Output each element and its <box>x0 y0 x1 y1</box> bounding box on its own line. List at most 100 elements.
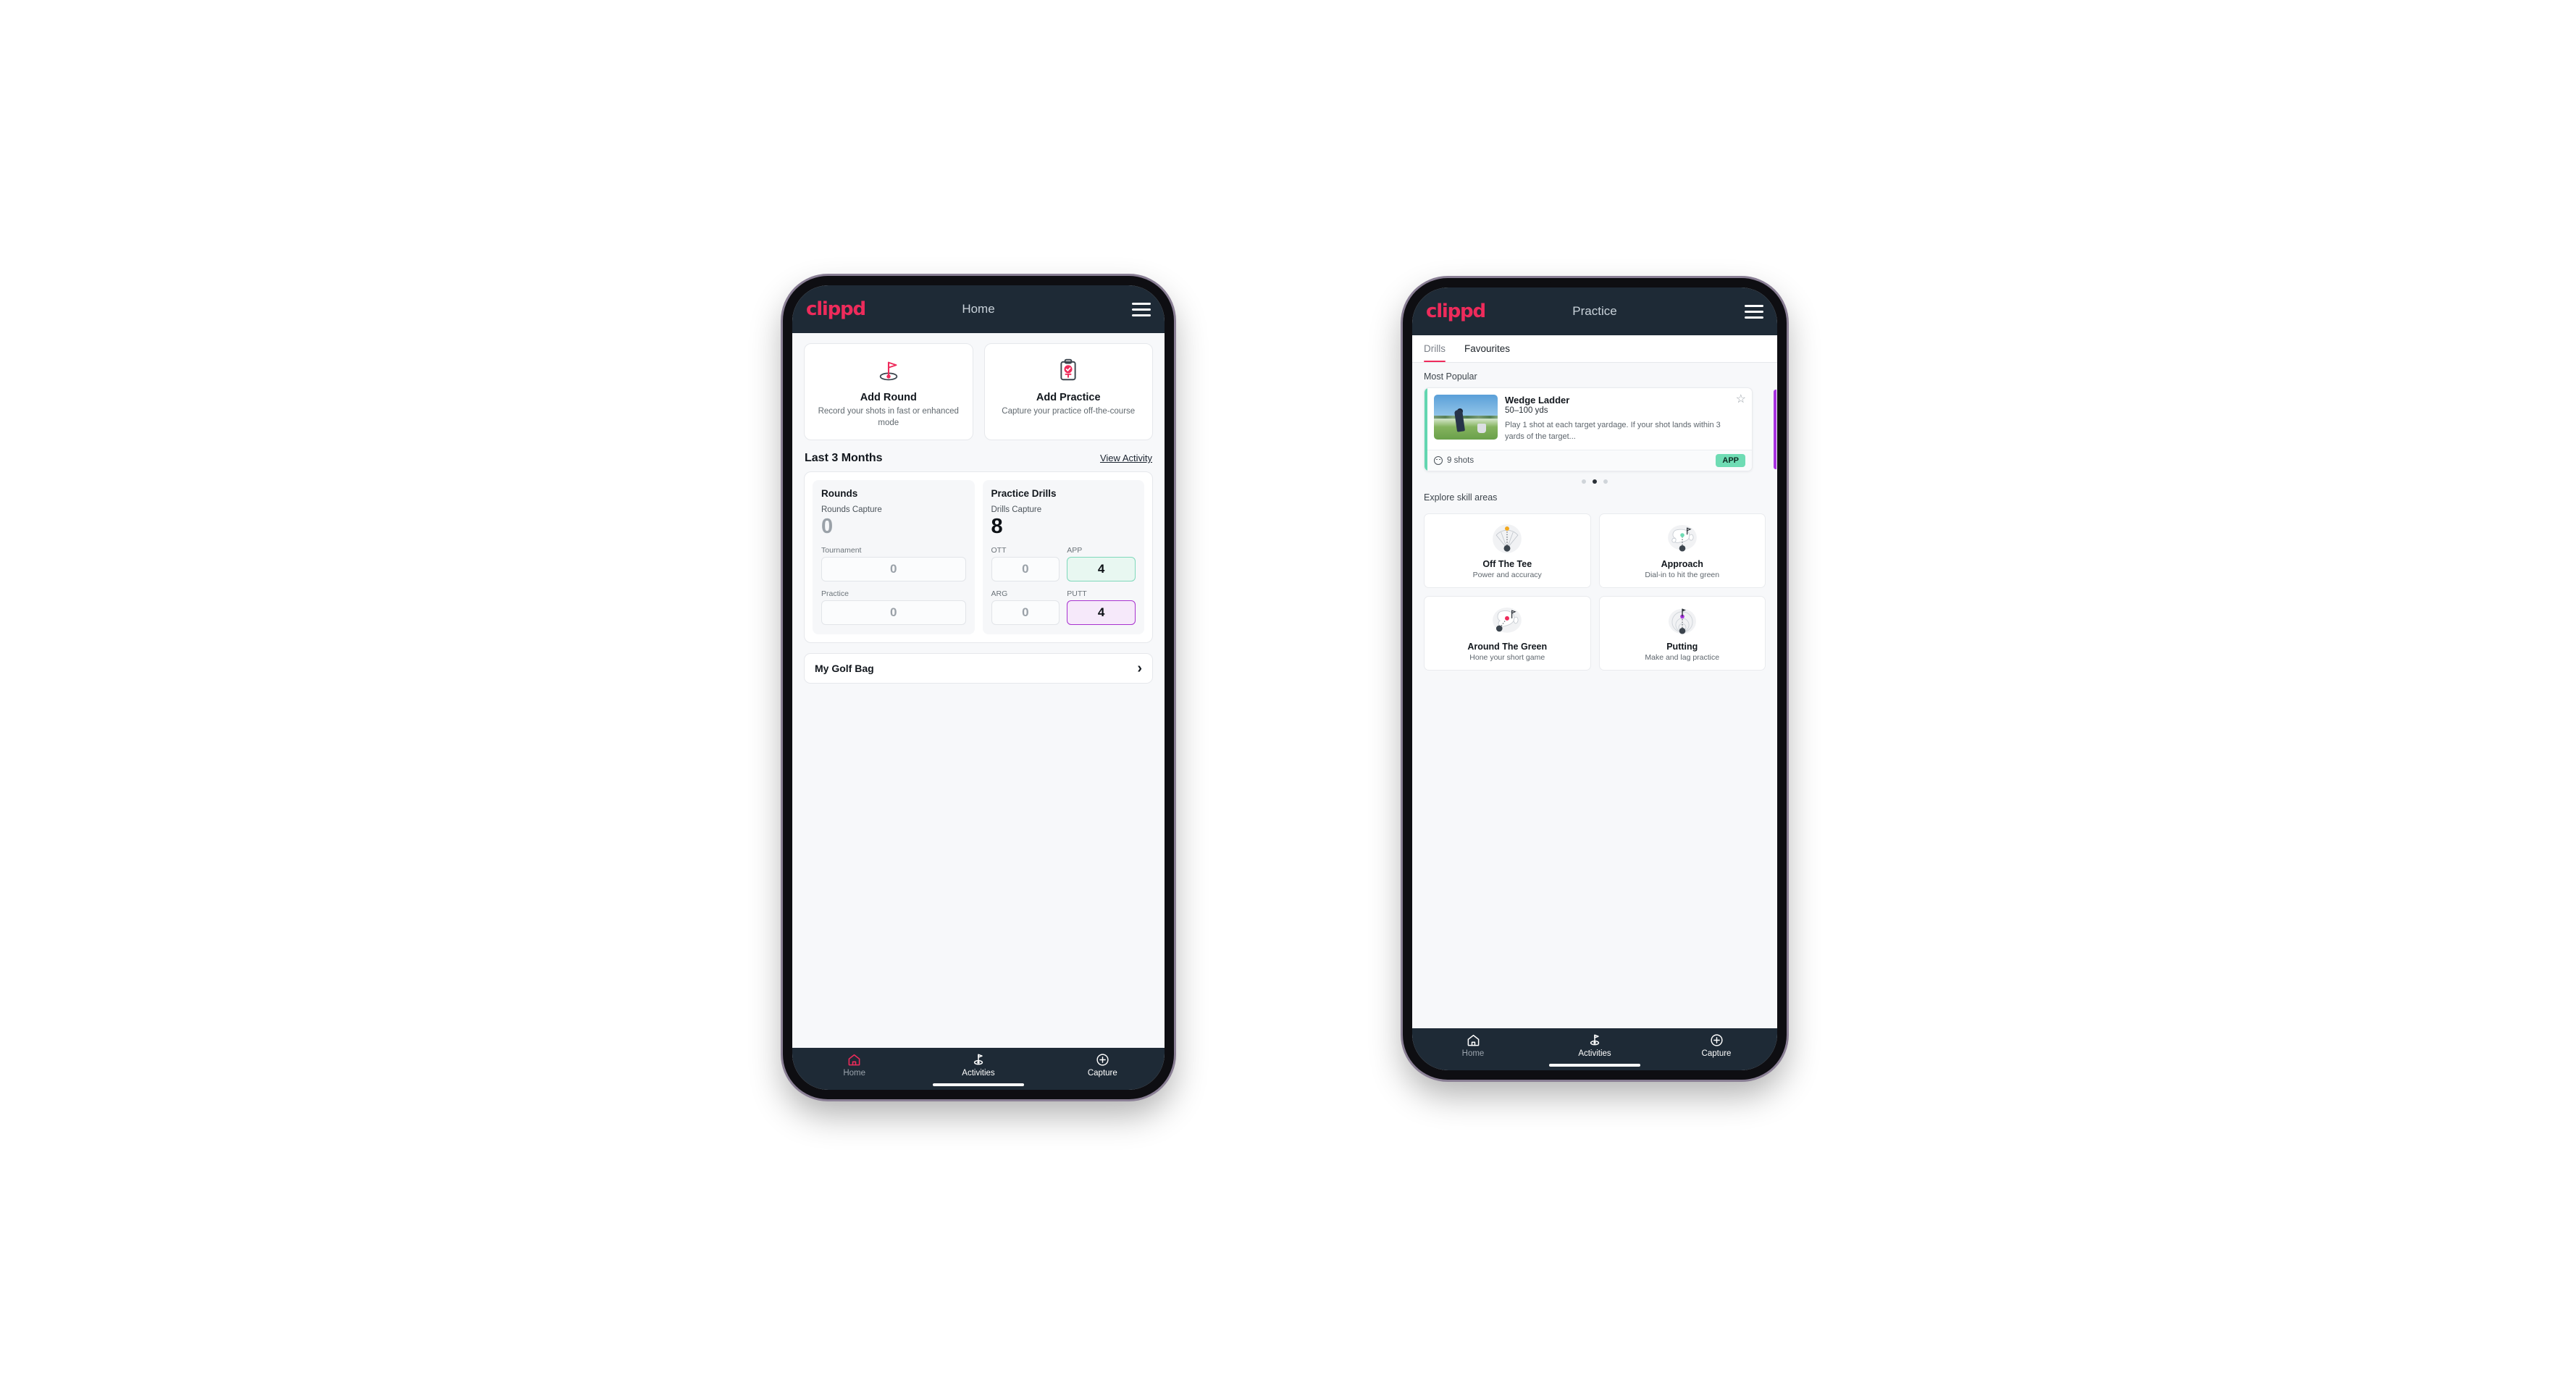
ott-label: OTT <box>991 545 1007 555</box>
drill-footer: 9 shots APP <box>1425 449 1752 471</box>
nav-item-activities[interactable]: Activities <box>916 1052 1040 1078</box>
drills-panel-title: Practice Drills <box>991 488 1057 500</box>
add-practice-card[interactable]: Add Practice Capture your practice off-t… <box>983 343 1153 441</box>
my-golf-bag-label: My Golf Bag <box>815 662 874 674</box>
explore-skill-areas-label: Explore skill areas <box>1424 492 1498 503</box>
status-badge: APP <box>1716 453 1745 467</box>
skill-subtitle: Power and accuracy <box>1472 570 1542 579</box>
last-3-months-header: Last 3 Months View Activity <box>792 440 1165 471</box>
plus-circle-icon <box>1096 1052 1109 1067</box>
putt-value[interactable]: 4 <box>1067 600 1136 625</box>
nav-item-activities[interactable]: Activities <box>1534 1033 1656 1058</box>
golf-flag-icon <box>971 1052 986 1067</box>
ott-app-row: OTT 0 APP 4 <box>991 546 1136 581</box>
drill-shots-label: 9 shots <box>1447 455 1474 465</box>
add-round-subtitle: Record your shots in fast or enhanced mo… <box>818 407 959 427</box>
arg-group: ARG 0 <box>991 589 1060 625</box>
app-group: APP 4 <box>1067 546 1136 581</box>
putt-group: PUTT 4 <box>1067 589 1136 625</box>
chevron-right-icon: › <box>1137 660 1142 676</box>
clippd-logo[interactable]: clippd <box>806 298 866 320</box>
skill-areas-grid: Off The Tee Power and accuracy Approach … <box>1412 508 1777 671</box>
tab-drills-label: Drills <box>1424 343 1446 354</box>
drill-info: ☆ Wedge Ladder 50–100 yds Play 1 shot at… <box>1505 394 1746 443</box>
drill-carousel[interactable]: ☆ Wedge Ladder 50–100 yds Play 1 shot at… <box>1412 387 1777 471</box>
stats-card: Rounds Rounds Capture 0 Tournament 0 Pra… <box>804 471 1153 643</box>
home-indicator <box>1549 1064 1640 1067</box>
next-card-peek[interactable] <box>1774 387 1777 471</box>
nav-item-capture[interactable]: Capture <box>1041 1052 1165 1078</box>
rounds-capture-label: Rounds Capture <box>821 505 882 515</box>
practice-value[interactable]: 0 <box>821 600 966 625</box>
phone-mockup-home: clippd Home Add Round Record your shots … <box>783 276 1174 1099</box>
skill-title: Putting <box>1666 641 1698 652</box>
phone-notch <box>932 276 1025 282</box>
off-the-tee-icon <box>1429 521 1586 557</box>
quick-actions-row: Add Round Record your shots in fast or e… <box>792 333 1165 441</box>
add-round-title: Add Round <box>860 392 917 403</box>
skill-card-putting[interactable]: Putting Make and lag practice <box>1598 595 1766 671</box>
carousel-dot-2[interactable] <box>1593 479 1597 484</box>
golf-flag-icon <box>1587 1033 1602 1047</box>
most-popular-label: Most Popular <box>1424 371 1477 382</box>
tab-drills[interactable]: Drills <box>1424 335 1453 362</box>
drill-shots: 9 shots <box>1434 455 1474 465</box>
drill-card-wedge-ladder[interactable]: ☆ Wedge Ladder 50–100 yds Play 1 shot at… <box>1424 387 1753 471</box>
skill-subtitle: Dial-in to hit the green <box>1645 570 1720 579</box>
tab-favourites[interactable]: Favourites <box>1464 335 1518 362</box>
home-indicator <box>933 1083 1024 1086</box>
arg-value[interactable]: 0 <box>991 600 1060 625</box>
putt-label: PUTT <box>1067 589 1087 598</box>
golf-flag-hole-icon <box>810 354 967 387</box>
nav-label-capture: Capture <box>1087 1069 1117 1078</box>
home-bottom-nav: Home Activities Capture <box>792 1048 1165 1090</box>
nav-item-capture[interactable]: Capture <box>1656 1033 1777 1058</box>
nav-label-home: Home <box>843 1069 865 1078</box>
tournament-group: Tournament 0 <box>821 546 966 581</box>
app-label: APP <box>1067 545 1083 555</box>
screenshot-stage: clippd Home Add Round Record your shots … <box>0 0 2576 1386</box>
phone-mockup-practice: clippd Practice Drills Favourites Most P… <box>1403 278 1787 1080</box>
drills-capture-label: Drills Capture <box>991 505 1042 515</box>
skill-card-off-the-tee[interactable]: Off The Tee Power and accuracy <box>1424 513 1591 588</box>
app-value[interactable]: 4 <box>1067 556 1136 581</box>
skill-title: Approach <box>1661 558 1703 569</box>
carousel-dot-3[interactable] <box>1603 479 1608 484</box>
skill-subtitle: Make and lag practice <box>1645 652 1720 662</box>
add-practice-title: Add Practice <box>1036 392 1101 403</box>
my-golf-bag-row[interactable]: My Golf Bag › <box>804 652 1153 684</box>
view-activity-link[interactable]: View Activity <box>1100 453 1152 463</box>
home-screen: clippd Home Add Round Record your shots … <box>792 285 1165 1090</box>
putting-icon <box>1604 603 1761 639</box>
tournament-value[interactable]: 0 <box>821 556 966 581</box>
ott-value[interactable]: 0 <box>991 556 1060 581</box>
phone-notch <box>1548 278 1641 285</box>
nav-label-activities: Activities <box>1578 1049 1611 1058</box>
practice-group: Practice 0 <box>821 589 966 625</box>
skill-card-approach[interactable]: Approach Dial-in to hit the green <box>1598 513 1766 588</box>
clippd-logo[interactable]: clippd <box>1426 301 1486 322</box>
carousel-dot-1[interactable] <box>1582 479 1586 484</box>
rounds-panel-title: Rounds <box>821 488 858 500</box>
plus-circle-icon <box>1710 1033 1724 1047</box>
hamburger-icon[interactable] <box>1132 302 1151 316</box>
star-outline-icon[interactable]: ☆ <box>1736 394 1746 406</box>
home-content: Add Round Record your shots in fast or e… <box>792 333 1165 1048</box>
practice-drills-panel: Practice Drills Drills Capture 8 OTT 0 A… <box>982 480 1144 634</box>
nav-item-home[interactable]: Home <box>792 1052 916 1078</box>
drill-yardage: 50–100 yds <box>1505 406 1548 415</box>
skill-subtitle: Hone your short game <box>1469 652 1545 662</box>
drills-capture-value: 8 <box>991 515 1003 539</box>
ott-group: OTT 0 <box>991 546 1060 581</box>
nav-label-home: Home <box>1461 1049 1485 1058</box>
skill-title: Around The Green <box>1467 641 1548 652</box>
rounds-panel: Rounds Rounds Capture 0 Tournament 0 Pra… <box>813 480 975 634</box>
tab-favourites-label: Favourites <box>1464 343 1511 354</box>
skill-card-around-the-green[interactable]: Around The Green Hone your short game <box>1424 595 1591 671</box>
nav-item-home[interactable]: Home <box>1412 1033 1534 1058</box>
practice-appbar: clippd Practice <box>1412 287 1777 335</box>
skill-title: Off The Tee <box>1482 558 1532 569</box>
drill-description: Play 1 shot at each target yardage. If y… <box>1505 421 1721 441</box>
add-round-card[interactable]: Add Round Record your shots in fast or e… <box>804 343 973 441</box>
hamburger-icon[interactable] <box>1745 304 1763 319</box>
